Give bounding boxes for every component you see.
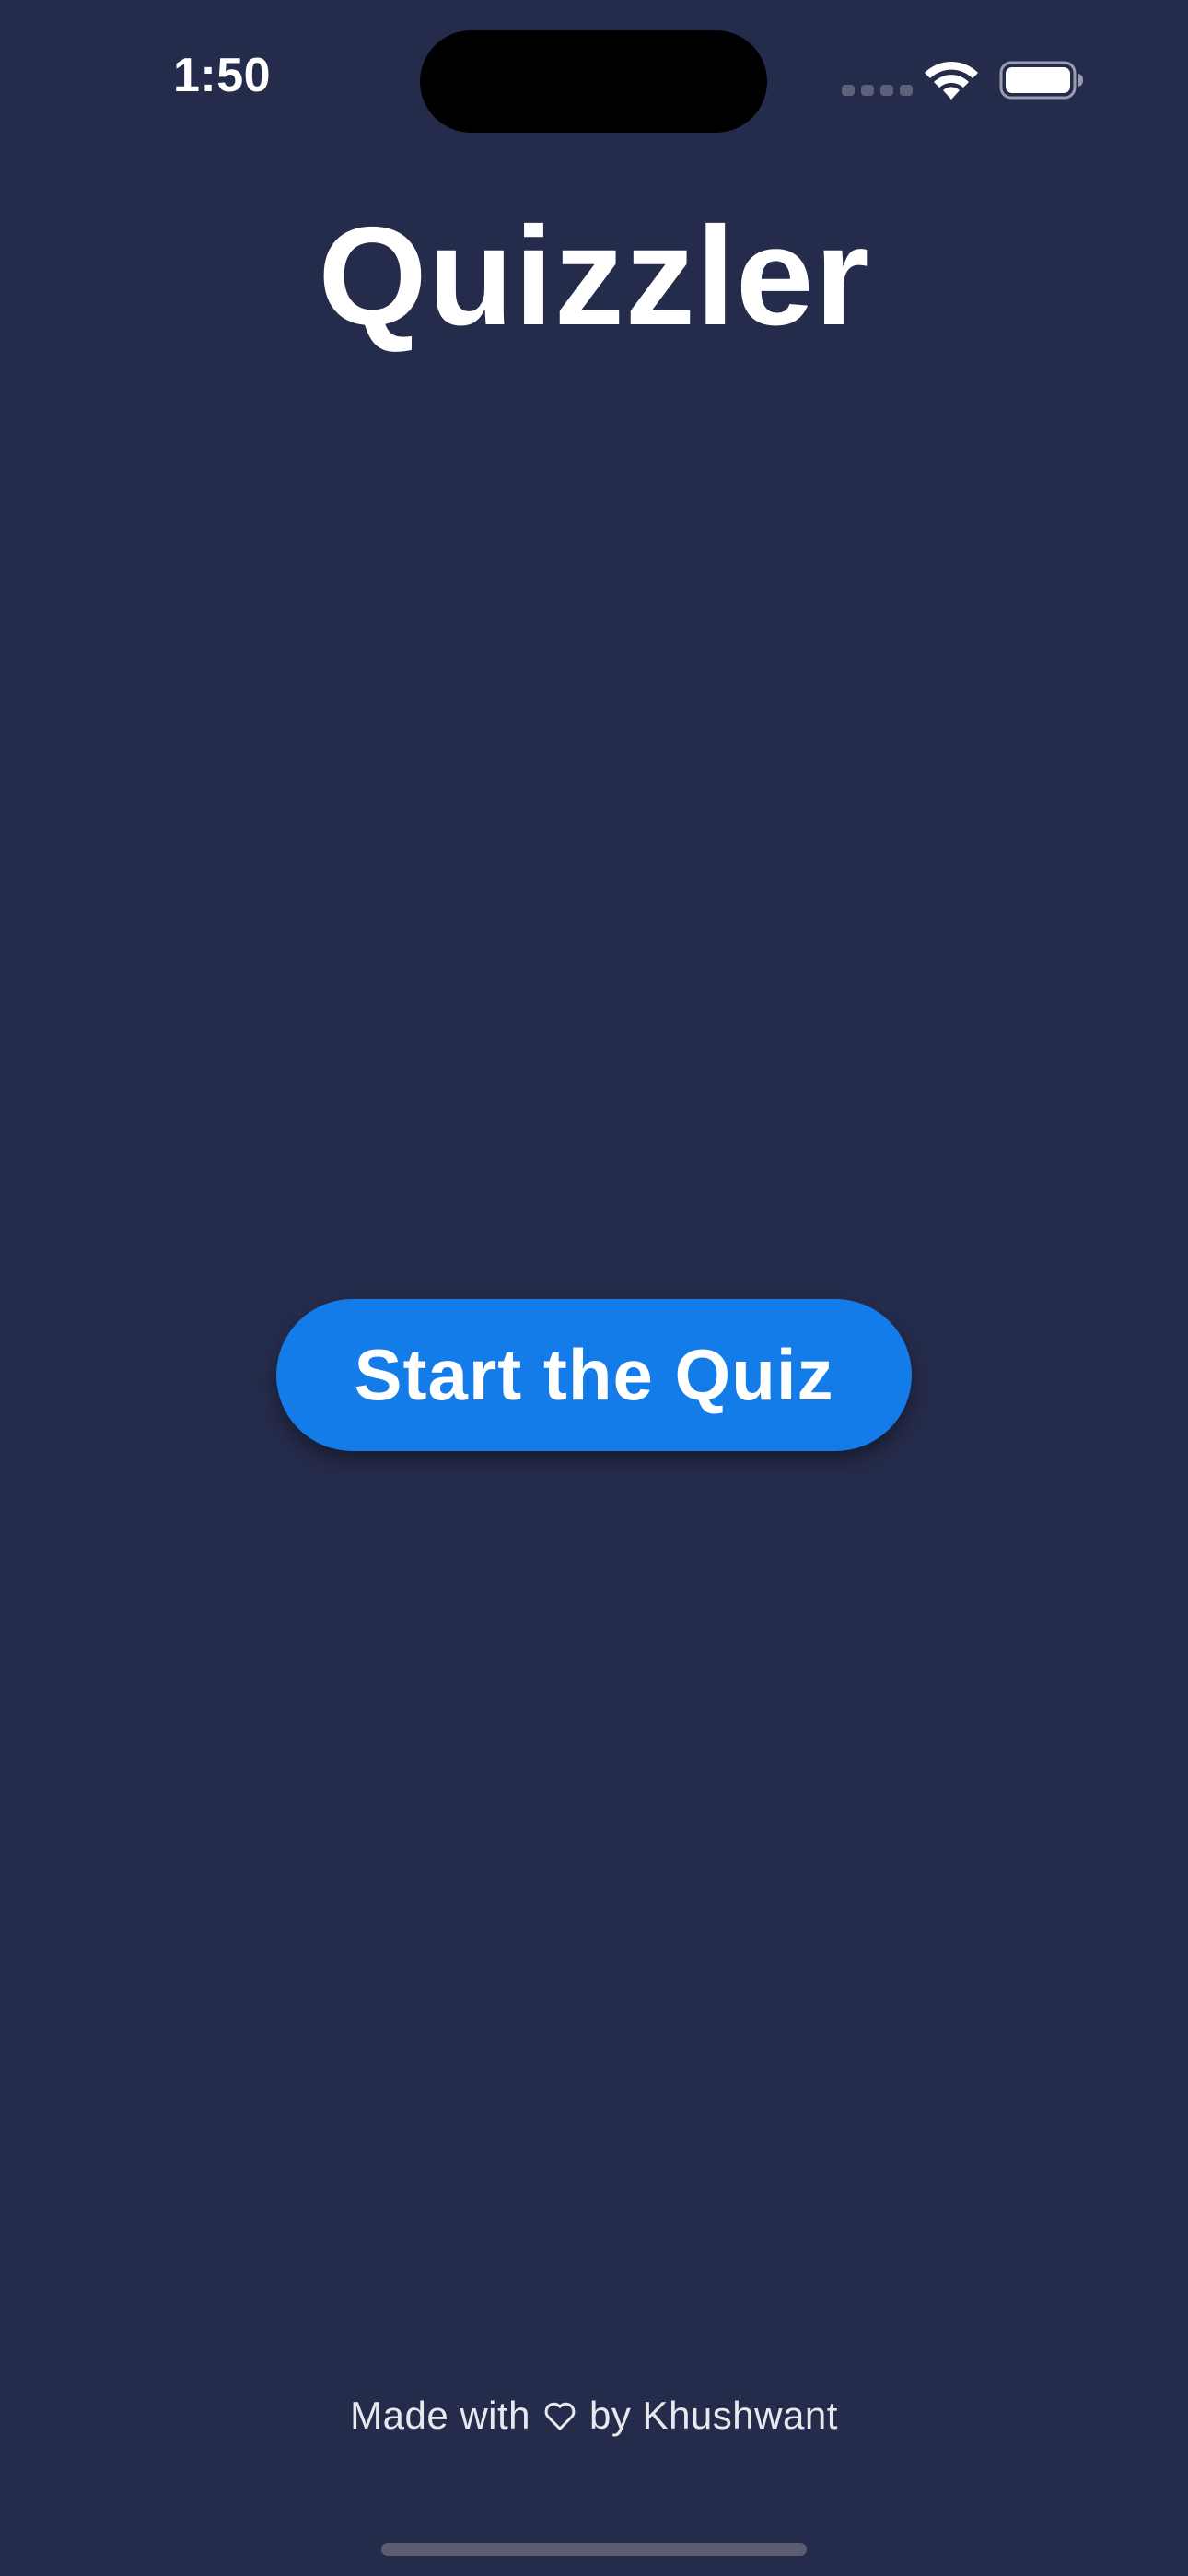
start-quiz-button[interactable]: Start the Quiz	[276, 1299, 912, 1451]
wifi-icon	[925, 61, 978, 100]
footer-credit: Made with by Khushwant	[0, 2394, 1188, 2438]
heart-icon	[544, 2402, 576, 2430]
cellular-signal-icon	[842, 85, 913, 96]
footer-suffix: by Khushwant	[589, 2394, 838, 2437]
dynamic-island	[420, 30, 767, 133]
battery-icon	[999, 61, 1083, 100]
app-screen: 1:50 Quizzler Start the Quiz Made with b…	[0, 0, 1188, 2576]
app-title: Quizzler	[318, 198, 870, 355]
footer-prefix: Made with	[350, 2394, 531, 2437]
home-indicator[interactable]	[381, 2543, 807, 2556]
status-time: 1:50	[173, 49, 272, 102]
